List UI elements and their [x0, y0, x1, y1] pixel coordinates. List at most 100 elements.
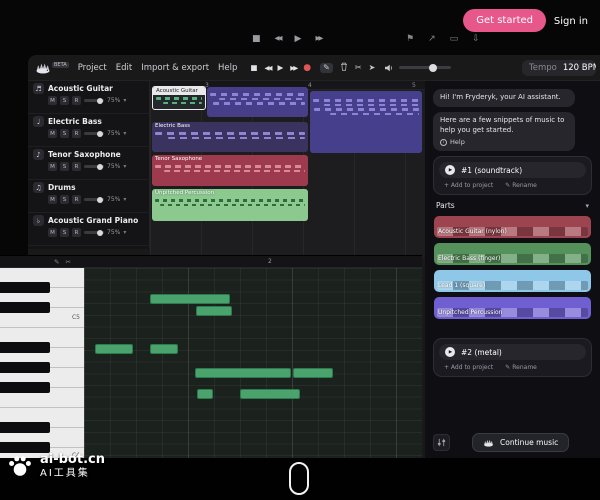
arrangement-view[interactable]: 3 4 5 Acoustic Guitar E [150, 81, 425, 258]
sign-in-button[interactable]: Sign in [550, 12, 592, 31]
track-volume-slider[interactable] [84, 99, 104, 102]
clip-lead[interactable] [207, 87, 308, 117]
mute-button[interactable]: M [48, 96, 57, 105]
piano-roll-ruler[interactable]: ✎ ✂ 2 [0, 256, 422, 268]
part-item-electric-bass-finger[interactable]: Electric Bass (finger) [434, 243, 591, 265]
black-key[interactable] [0, 362, 50, 373]
chevron-down-icon[interactable]: ▾ [123, 163, 126, 170]
solo-button[interactable]: S [60, 162, 69, 171]
menu-help[interactable]: Help [218, 63, 237, 73]
clip-lead[interactable] [310, 91, 422, 153]
track-volume-knob[interactable] [97, 98, 103, 104]
pin-icon[interactable]: ⚑ [406, 34, 414, 44]
black-key[interactable] [0, 382, 50, 393]
trash-icon[interactable] [340, 62, 348, 73]
solo-button[interactable]: S [60, 195, 69, 204]
piano-roll-grid[interactable] [84, 268, 422, 458]
record-arm-button[interactable]: R [72, 129, 81, 138]
frame-icon[interactable]: ▭ [450, 34, 459, 44]
add-to-project-button[interactable]: + Add to project [444, 364, 493, 371]
rewind-icon[interactable]: ◀◀ [275, 34, 281, 44]
stop-icon[interactable]: ■ [250, 63, 257, 72]
midi-note[interactable] [95, 344, 133, 354]
clip-acoustic-guitar[interactable]: Acoustic Guitar [152, 86, 206, 110]
chevron-down-icon[interactable]: ▾ [123, 229, 126, 236]
fast-forward-icon[interactable]: ▶▶ [290, 64, 296, 72]
cursor-icon[interactable]: ➤ [369, 64, 376, 72]
black-key[interactable] [0, 422, 50, 433]
scissors-icon[interactable]: ✂ [355, 64, 362, 72]
volume-slider[interactable] [399, 66, 451, 69]
midi-note[interactable] [150, 294, 230, 304]
scissors-icon[interactable]: ✂ [65, 258, 70, 266]
midi-note[interactable] [195, 368, 291, 378]
track-volume-slider[interactable] [84, 165, 104, 168]
midi-note[interactable] [240, 389, 300, 399]
track-row-tenor-saxophone[interactable]: ♪ Tenor Saxophone M S R 75% ▾ [28, 147, 149, 180]
clip-tenor-saxophone[interactable]: Tenor Saxophone [152, 155, 308, 186]
solo-button[interactable]: S [60, 129, 69, 138]
clip-unpitched-percussion[interactable]: Unpitched Percussion [152, 189, 308, 221]
track-volume-knob[interactable] [97, 197, 103, 203]
midi-note[interactable] [196, 306, 232, 316]
track-volume-slider[interactable] [84, 231, 104, 234]
menu-import-export[interactable]: Import & export [141, 63, 209, 73]
mixer-settings-button[interactable] [433, 434, 450, 451]
track-row-acoustic-grand-piano[interactable]: ♭ Acoustic Grand Piano M S R 75% ▾ [28, 213, 149, 246]
part-item-unpitched-percussion[interactable]: Unpitched Percussion [434, 297, 591, 319]
black-key[interactable] [0, 282, 50, 293]
record-arm-button[interactable]: R [72, 195, 81, 204]
track-row-acoustic-guitar[interactable]: ♬ Acoustic Guitar M S R 75% ▾ [28, 81, 149, 114]
rewind-icon[interactable]: ◀◀ [265, 64, 271, 72]
mute-button[interactable]: M [48, 129, 57, 138]
midi-note[interactable] [150, 344, 178, 354]
part-item-acoustic-guitar-nylon[interactable]: Acoustic Guitar (nylon) [434, 216, 591, 238]
pencil-tool-icon[interactable]: ✎ [320, 63, 333, 73]
clip-electric-bass[interactable]: Electric Bass [152, 122, 308, 152]
continue-music-button[interactable]: Continue music [472, 433, 569, 452]
mute-button[interactable]: M [48, 228, 57, 237]
solo-button[interactable]: S [60, 96, 69, 105]
play-icon[interactable]: ▶ [295, 34, 302, 44]
mute-button[interactable]: M [48, 162, 57, 171]
record-arm-button[interactable]: R [72, 96, 81, 105]
snippet-player-1[interactable]: ▶ #1 (soundtrack) [439, 162, 586, 178]
stop-icon[interactable]: ■ [252, 34, 261, 44]
track-row-electric-bass[interactable]: ♩ Electric Bass M S R 75% ▾ [28, 114, 149, 147]
midi-note[interactable] [293, 368, 333, 378]
fast-forward-icon[interactable]: ▶▶ [315, 34, 321, 44]
app-logo[interactable]: BETA [35, 61, 69, 74]
rename-button[interactable]: ✎ Rename [505, 364, 537, 371]
rename-button[interactable]: ✎ Rename [505, 182, 537, 189]
part-item-lead-1-square[interactable]: Lead 1 (square) [434, 270, 591, 292]
pencil-tool-icon[interactable]: ✎ [54, 258, 59, 266]
play-icon[interactable]: ▶ [278, 63, 284, 72]
record-icon[interactable]: ● [303, 63, 311, 73]
chevron-down-icon[interactable]: ▾ [123, 97, 126, 104]
record-arm-button[interactable]: R [72, 162, 81, 171]
get-started-button[interactable]: Get started [463, 9, 546, 32]
speaker-icon[interactable] [384, 64, 394, 72]
piano-keys[interactable]: C5 C4 [0, 268, 84, 458]
track-volume-slider[interactable] [84, 132, 104, 135]
snippet-player-2[interactable]: ▶ #2 (metal) [439, 344, 586, 360]
tempo-control[interactable]: Tempo 120 BPM [522, 60, 596, 76]
track-volume-knob[interactable] [97, 164, 103, 170]
black-key[interactable] [0, 302, 50, 313]
add-to-project-button[interactable]: + Add to project [444, 182, 493, 189]
track-volume-knob[interactable] [97, 131, 103, 137]
solo-button[interactable]: S [60, 228, 69, 237]
download-icon[interactable]: ⇩ [472, 34, 480, 44]
chevron-down-icon[interactable]: ▾ [123, 130, 126, 137]
track-row-drums[interactable]: ♫ Drums M S R 75% ▾ [28, 180, 149, 213]
midi-note[interactable] [197, 389, 213, 399]
menu-project[interactable]: Project [78, 63, 107, 73]
track-volume-slider[interactable] [84, 198, 104, 201]
mute-button[interactable]: M [48, 195, 57, 204]
help-link[interactable]: i Help [440, 138, 568, 147]
play-icon[interactable]: ▶ [445, 165, 455, 175]
chevron-down-icon[interactable]: ▾ [123, 196, 126, 203]
track-volume-knob[interactable] [97, 230, 103, 236]
parts-toggle[interactable]: Parts ▾ [433, 200, 592, 211]
black-key[interactable] [0, 342, 50, 353]
